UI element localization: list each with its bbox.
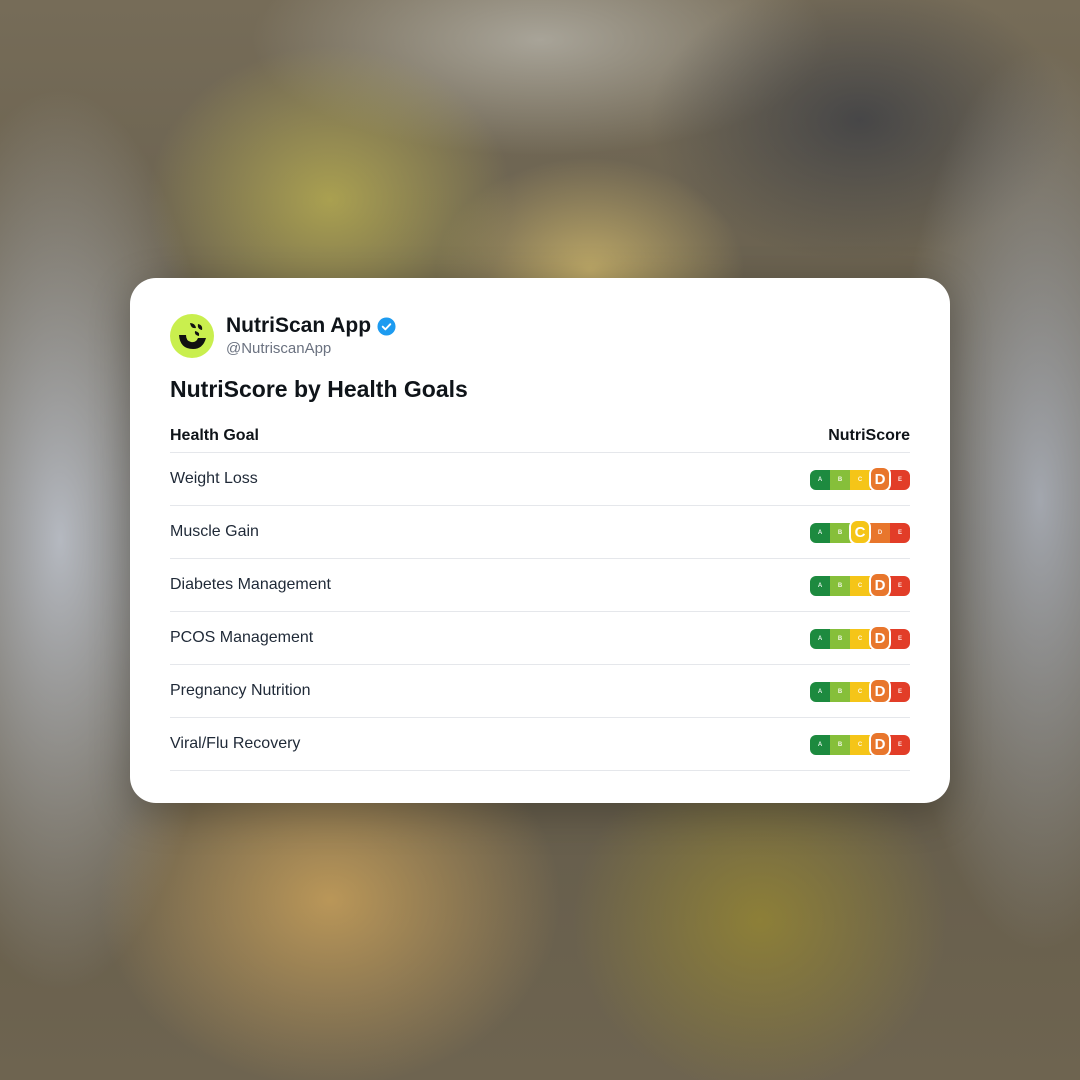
name-row: NutriScan App xyxy=(226,314,396,338)
post-title: NutriScore by Health Goals xyxy=(170,376,468,402)
nutriscore-grade-b: B xyxy=(830,523,850,543)
nutriscore-grade-b: B xyxy=(830,735,850,755)
nutriscore-selected-grade: D xyxy=(869,731,891,757)
nutriscore-badge: ABCDED xyxy=(810,466,910,492)
health-goal-label: Weight Loss xyxy=(170,470,258,487)
health-goal-label: Viral/Flu Recovery xyxy=(170,735,301,752)
verified-badge-icon xyxy=(377,316,396,336)
nutriscore-grade-b: B xyxy=(830,682,850,702)
table-row: Viral/Flu Recovery ABCDED xyxy=(170,718,910,771)
nutriscore-grade-e: E xyxy=(890,470,910,490)
nutriscore-grade-c: C xyxy=(850,470,870,490)
nutriscore-grade-c: C xyxy=(850,576,870,596)
nutriscore-selected-grade: D xyxy=(869,572,891,598)
column-header-health-goal: Health Goal xyxy=(170,427,259,444)
nutriscore-grade-a: A xyxy=(810,682,830,702)
nutriscore-scale: ABCDE xyxy=(810,629,910,649)
nutriscore-grade-c: C xyxy=(850,735,870,755)
account-name[interactable]: NutriScan App xyxy=(226,314,371,338)
nutriscore-badge: ABCDED xyxy=(810,678,910,704)
nutriscore-scale: ABCDE xyxy=(810,576,910,596)
post-card: NutriScan App @NutriscanApp NutriScore b… xyxy=(130,278,950,803)
nutriscore-grade-a: A xyxy=(810,576,830,596)
nutriscore-grade-e: E xyxy=(890,576,910,596)
table-row: Muscle Gain ABCDEC xyxy=(170,506,910,559)
table-row: Weight Loss ABCDED xyxy=(170,453,910,506)
nutriscore-selected-grade: D xyxy=(869,678,891,704)
nutriscore-badge: ABCDEC xyxy=(810,519,910,545)
nutriscore-table: Health Goal NutriScore Weight LossABCDED… xyxy=(170,420,910,771)
nutriscore-grade-a: A xyxy=(810,735,830,755)
nutriscore-grade-c: C xyxy=(850,629,870,649)
nutriscore-selected-grade: D xyxy=(869,625,891,651)
health-goal-label: Diabetes Management xyxy=(170,576,331,593)
nutriscore-grade-b: B xyxy=(830,629,850,649)
table-row: Pregnancy Nutrition ABCDED xyxy=(170,665,910,718)
column-header-nutriscore: NutriScore xyxy=(828,427,910,444)
nutriscore-badge: ABCDED xyxy=(810,731,910,757)
health-goal-label: PCOS Management xyxy=(170,629,314,646)
nutriscore-grade-d: D xyxy=(870,523,890,543)
nutriscore-badge: ABCDED xyxy=(810,572,910,598)
nutriscore-grade-b: B xyxy=(830,576,850,596)
table-row: PCOS Management ABCDED xyxy=(170,612,910,665)
nutriscore-scale: ABCDE xyxy=(810,682,910,702)
table-header: Health Goal NutriScore xyxy=(170,420,910,453)
nutriscore-grade-e: E xyxy=(890,629,910,649)
nutriscore-grade-a: A xyxy=(810,470,830,490)
account-handle[interactable]: @NutriscanApp xyxy=(226,340,396,358)
nutriscore-selected-grade: D xyxy=(869,466,891,492)
table-body: Weight LossABCDEDMuscle GainABCDECDiabet… xyxy=(170,453,910,771)
nutriscore-grade-b: B xyxy=(830,470,850,490)
nutriscore-scale: ABCDE xyxy=(810,735,910,755)
nutriscore-scale: ABCDE xyxy=(810,470,910,490)
health-goal-label: Muscle Gain xyxy=(170,523,259,540)
nutriscore-badge: ABCDED xyxy=(810,625,910,651)
nutriscore-grade-e: E xyxy=(890,735,910,755)
table-row: Diabetes Management ABCDED xyxy=(170,559,910,612)
nutriscore-grade-e: E xyxy=(890,682,910,702)
health-goal-label: Pregnancy Nutrition xyxy=(170,682,311,699)
profile-names: NutriScan App @NutriscanApp xyxy=(226,314,396,358)
nutriscore-grade-a: A xyxy=(810,523,830,543)
post-header: NutriScan App @NutriscanApp xyxy=(170,314,396,358)
nutriscore-selected-grade: C xyxy=(849,519,871,545)
nutriscore-grade-c: C xyxy=(850,682,870,702)
nutriscan-logo-icon[interactable] xyxy=(170,314,214,358)
nutriscore-grade-a: A xyxy=(810,629,830,649)
nutriscore-grade-e: E xyxy=(890,523,910,543)
